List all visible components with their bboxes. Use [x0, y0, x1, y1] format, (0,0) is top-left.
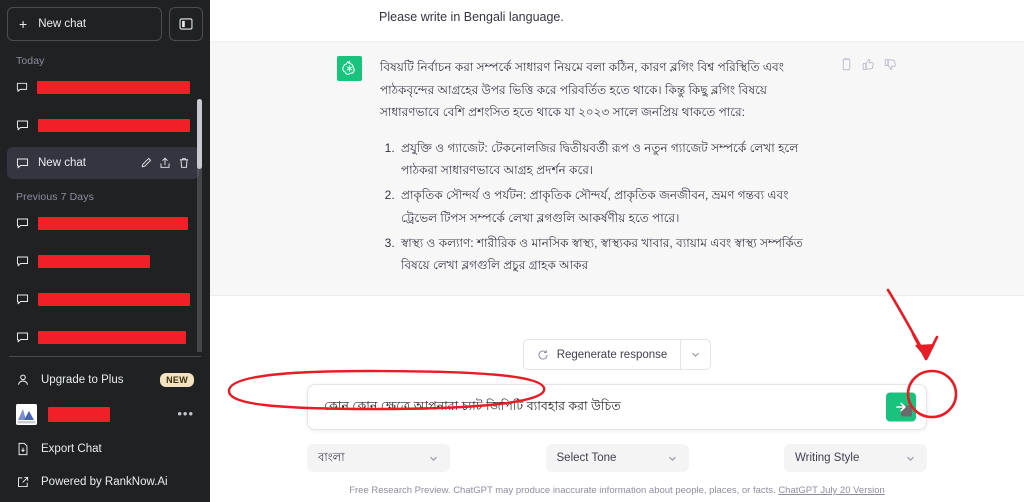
disclaimer-footer: Free Research Preview. ChatGPT may produ… [210, 485, 1024, 496]
sidebar: + New chat Today New chat Previous 7 Days [0, 0, 210, 502]
redacted-chat-title [38, 254, 150, 268]
external-link-icon [18, 476, 29, 487]
disclaimer-text: Free Research Preview. ChatGPT may produ… [349, 485, 776, 496]
copy-icon[interactable] [840, 58, 853, 76]
user-name-redacted [48, 406, 110, 422]
export-chat-label: Export Chat [41, 442, 102, 455]
sidebar-group-label: Today [16, 55, 45, 67]
new-chat-label: New chat [38, 18, 87, 30]
redacted-chat-title [38, 216, 188, 230]
regenerate-row: Regenerate response [210, 339, 1024, 370]
assistant-paragraph: বিষয়টি নির্বাচন করা সম্পর্কে সাধারণ নিয… [380, 60, 784, 119]
upgrade-label: Upgrade to Plus [41, 373, 124, 386]
chat-bubble-icon [16, 331, 29, 342]
redacted-chat-title [36, 80, 190, 94]
sidebar-header: + New chat [7, 7, 203, 41]
powered-by-button[interactable]: Powered by RankNow.Ai [7, 465, 203, 498]
chatgpt-window: + New chat Today New chat Previous 7 Days [0, 0, 1024, 502]
chat-history-item[interactable] [7, 321, 199, 352]
refresh-icon [538, 349, 548, 360]
assistant-list: প্রযুক্তি ও গ্যাজেট: টেকনোলজির দ্বিতীয়ব… [380, 137, 822, 276]
send-button[interactable] [886, 392, 916, 422]
sidebar-group-label: Previous 7 Days [16, 191, 94, 203]
chevron-down-icon [692, 352, 700, 357]
plus-icon: + [19, 16, 28, 32]
avatar [16, 403, 37, 425]
language-select-value: বাংলা [318, 451, 345, 464]
more-options-icon[interactable]: ••• [177, 407, 194, 420]
message-input-value[interactable]: কোন কোন ক্ষেত্রে আপনারা চ্যাট জিপিটি ব্য… [324, 398, 621, 416]
chat-bubble-icon [16, 119, 28, 130]
user-message: Please write in Bengali language. [210, 0, 1024, 42]
version-link[interactable]: ChatGPT July 20 Version [778, 485, 885, 496]
sidebar-collapse-button[interactable] [169, 7, 203, 41]
tone-select-value: Select Tone [556, 452, 617, 464]
composer-area: Regenerate response কোন কোন ক্ষেত্রে আপন… [210, 339, 1024, 502]
redacted-chat-title [38, 292, 190, 306]
upgrade-to-plus-button[interactable]: Upgrade to Plus NEW [7, 363, 203, 396]
chat-history-item[interactable] [7, 207, 199, 239]
chat-history-item[interactable] [7, 283, 199, 315]
user-message-text: Please write in Bengali language. [379, 10, 564, 24]
sidebar-footer: Upgrade to Plus NEW ••• Export Chat Powe… [7, 363, 203, 502]
share-icon[interactable] [159, 157, 171, 169]
chat-bubble-icon [16, 217, 29, 228]
export-chat-button[interactable]: Export Chat [7, 432, 203, 465]
user-icon [18, 374, 28, 385]
regenerate-response-button[interactable]: Regenerate response [522, 339, 712, 370]
main-content: Please write in Bengali language. বিষয়ট… [210, 0, 1024, 502]
redacted-chat-title [37, 118, 190, 132]
openai-logo-icon [337, 56, 362, 82]
chat-title: New chat [38, 157, 86, 169]
chat-row-actions [140, 157, 190, 169]
message-input[interactable]: কোন কোন ক্ষেত্রে আপনারা চ্যাট জিপিটি ব্য… [307, 384, 927, 430]
redacted-chat-title [38, 330, 186, 344]
assistant-message: বিষয়টি নির্বাচন করা সম্পর্কে সাধারণ নিয… [210, 41, 1024, 297]
powered-by-label: Powered by RankNow.Ai [41, 475, 168, 488]
regenerate-label: Regenerate response [556, 348, 668, 361]
option-selects-row: বাংলা Select Tone Writing Style [307, 444, 927, 472]
chat-history-item[interactable] [7, 71, 199, 103]
regenerate-dropdown-button[interactable] [680, 340, 710, 369]
chat-history-item[interactable] [7, 109, 199, 141]
style-select[interactable]: Writing Style [784, 444, 927, 472]
new-badge: NEW [160, 372, 194, 387]
sidebar-divider [9, 356, 201, 357]
chat-bubble-icon [16, 293, 29, 304]
assistant-list-item: প্রযুক্তি ও গ্যাজেট: টেকনোলজির দ্বিতীয়ব… [398, 137, 822, 181]
trash-icon[interactable] [178, 157, 190, 169]
assistant-message-body: বিষয়টি নির্বাচন করা সম্পর্কে সাধারণ নিয… [380, 56, 822, 279]
language-select[interactable]: বাংলা [307, 444, 450, 472]
assistant-list-item: প্রাকৃতিক সৌন্দর্য ও পর্যটন: প্রাকৃতিক স… [398, 184, 822, 228]
sidebar-scrollbar-thumb[interactable] [197, 99, 202, 169]
chat-bubble-icon [16, 157, 29, 168]
style-select-value: Writing Style [795, 452, 860, 464]
edit-icon[interactable] [140, 157, 152, 169]
panel-toggle-icon [179, 18, 193, 30]
chat-history-list[interactable]: Today New chat Previous 7 Days [7, 49, 203, 352]
chat-bubble-icon [16, 255, 29, 266]
chevron-down-icon [668, 456, 676, 461]
chat-history-item-active[interactable]: New chat [7, 147, 199, 179]
send-arrow-icon [895, 402, 906, 412]
assistant-list-item: স্বাস্থ্য ও কল্যাণ: শারীরিক ও মানসিক স্ব… [398, 232, 822, 276]
chevron-down-icon [907, 456, 914, 461]
user-account-row[interactable]: ••• [7, 396, 203, 432]
chat-bubble-icon [16, 82, 28, 92]
new-chat-button[interactable]: + New chat [7, 7, 162, 41]
chevron-down-icon [430, 456, 437, 461]
thumbs-down-icon[interactable] [884, 58, 897, 76]
thumbs-up-icon[interactable] [862, 58, 875, 76]
tone-select[interactable]: Select Tone [545, 444, 689, 472]
message-action-bar [840, 56, 897, 279]
document-download-icon [18, 442, 28, 455]
chat-history-item[interactable] [7, 245, 199, 277]
